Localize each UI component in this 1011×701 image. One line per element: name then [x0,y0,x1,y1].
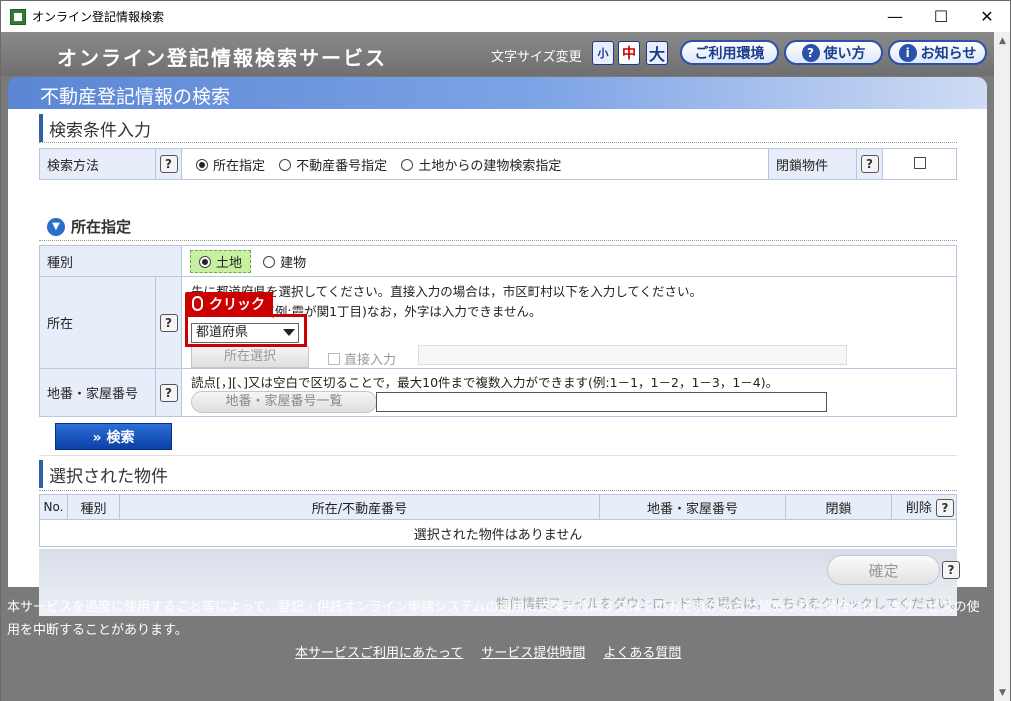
help-icon: ? [159,383,178,402]
selected-items-title: 選択された物件 [39,460,168,488]
lot-number-hint: 読点[，][、]又は空白で区切ることで，最大10件まで複数入力ができます(例:1… [191,375,779,390]
column-location: 所在/不動産番号 [119,494,600,520]
title-bar: オンライン登記情報検索 — ☐ ✕ [1,1,1010,32]
location-select-button[interactable]: 所在選択 [191,346,309,368]
app-icon [10,8,26,25]
method-option-location[interactable]: 所在指定 [196,158,265,174]
notice-button[interactable]: i お知らせ [888,40,987,65]
maximize-button[interactable]: ☐ [918,1,964,32]
scroll-down-icon[interactable]: ▼ [994,684,1011,701]
column-type: 種別 [67,494,120,520]
column-lot-number: 地番・家屋番号 [599,494,786,520]
help-icon[interactable]: ? [942,561,960,579]
search-conditions-title: 検索条件入力 [39,114,151,142]
main-panel: 検索条件入力 検索方法 ? 所在指定 不動産番号指定 土地からの建物検索指定 閉… [8,109,987,616]
location-section-title: ▼ 所在指定 [47,216,131,237]
app-window: オンライン登記情報検索 — ☐ ✕ ▲ ▼ オンライン登記情報検索サービス 文字… [0,0,1011,701]
divider [39,490,957,491]
location-help[interactable]: ? [155,276,182,369]
font-size-label: 文字サイズ変更 [491,50,582,65]
footer-notice: 本サービスを過度に使用すること等によって，登記・供託オンライン申請システムの運用… [7,600,980,638]
divider [39,240,957,241]
lot-number-input[interactable] [376,392,827,412]
method-option-property-number[interactable]: 不動産番号指定 [279,158,387,174]
font-size-large-button[interactable]: 大 [646,41,668,65]
help-icon[interactable]: ? [936,499,954,517]
column-closed: 閉鎖 [785,494,892,520]
search-button[interactable]: » 検索 [55,423,172,450]
location-hint-2: (例:霞が関1丁目)なお，外字は入力できません。 [270,304,542,319]
page-content: オンライン登記情報検索サービス 文字サイズ変更 小 中 大 ご利用環境 ? 使い方… [1,32,994,701]
selected-items-table: No. 種別 所在/不動産番号 地番・家屋番号 閉鎖 削除 ? 選択された物件は… [39,494,957,547]
type-option-building[interactable]: 建物 [263,255,306,271]
location-label: 所在 [39,276,156,369]
radio-icon [401,158,414,171]
help-icon: ? [860,155,879,173]
footer-link-hours[interactable]: サービス提供時間 [481,642,585,661]
lot-number-label: 地番・家屋番号 [39,368,156,417]
mouse-icon [192,296,203,311]
radio-selected-icon [196,158,208,171]
lot-number-help[interactable]: ? [155,368,182,417]
font-size-medium-button[interactable]: 中 [618,41,640,65]
page-banner: 不動産登記情報の検索 [8,77,987,109]
direct-input-field[interactable] [418,345,847,365]
type-options: 土地 建物 [181,245,957,277]
highlight-box [185,314,307,347]
minimize-button[interactable]: — [872,1,918,32]
window-title: オンライン登記情報検索 [32,10,165,24]
search-method-label: 検索方法 [39,148,156,180]
column-no: No. [39,494,68,520]
closed-property-checkbox[interactable] [913,156,926,169]
footer-links: 本サービスご利用にあたって サービス提供時間 よくある質問 [295,642,681,661]
radio-icon [263,255,276,268]
search-method-help[interactable]: ? [155,148,182,180]
search-method-table: 検索方法 ? 所在指定 不動産番号指定 土地からの建物検索指定 閉鎖物件 ? [39,148,957,180]
lot-number-cell: 読点[，][、]又は空白で区切ることで，最大10件まで複数入力ができます(例:1… [181,368,957,417]
direct-input-toggle[interactable]: 直接入力 [328,349,396,368]
closed-property-help[interactable]: ? [856,148,883,180]
info-icon: i [898,43,917,62]
notice-label: お知らせ [920,45,977,62]
type-label: 種別 [39,245,182,277]
click-annotation: クリック [185,292,273,316]
vertical-scrollbar[interactable]: ▲ ▼ [993,32,1010,701]
column-delete: 削除 ? [891,494,957,520]
site-header: オンライン登記情報検索サービス 文字サイズ変更 小 中 大 ご利用環境 ? 使い方… [1,32,994,76]
type-option-land[interactable]: 土地 [190,249,252,273]
footer-link-terms[interactable]: 本サービスご利用にあたって [295,642,463,661]
search-method-options: 所在指定 不動産番号指定 土地からの建物検索指定 [181,148,769,180]
closed-property-label: 閉鎖物件 [768,148,857,180]
close-button[interactable]: ✕ [964,1,1010,32]
divider [39,142,957,143]
divider [39,455,957,456]
page-title: 不動産登記情報の検索 [40,86,231,108]
help-icon: ? [159,155,178,173]
site-logo: オンライン登記情報検索サービス [57,46,387,70]
howto-button[interactable]: ? 使い方 [784,40,883,65]
chevron-down-icon: ▼ [47,217,65,236]
scroll-up-icon[interactable]: ▲ [994,32,1011,49]
confirm-button[interactable]: 確定 [827,555,940,585]
closed-property-checkbox-cell [882,148,957,180]
help-icon: ? [159,313,178,332]
environment-button[interactable]: ご利用環境 [680,40,779,65]
footer-link-faq[interactable]: よくある質問 [603,642,681,661]
direct-input-checkbox[interactable] [328,353,340,365]
location-table: 種別 土地 建物 所在 ? 先に都道府県を選択してください。直接入力の場合は，市… [39,245,957,417]
radio-selected-icon [199,255,211,268]
howto-label: 使い方 [823,45,866,62]
lot-number-list-button[interactable]: 地番・家屋番号一覧 [191,391,377,413]
environment-label: ご利用環境 [694,45,765,62]
question-icon: ? [801,43,820,62]
empty-message: 選択された物件はありません [39,519,957,547]
radio-icon [279,158,292,171]
font-size-small-button[interactable]: 小 [592,41,614,65]
method-option-building-from-land[interactable]: 土地からの建物検索指定 [401,158,561,174]
